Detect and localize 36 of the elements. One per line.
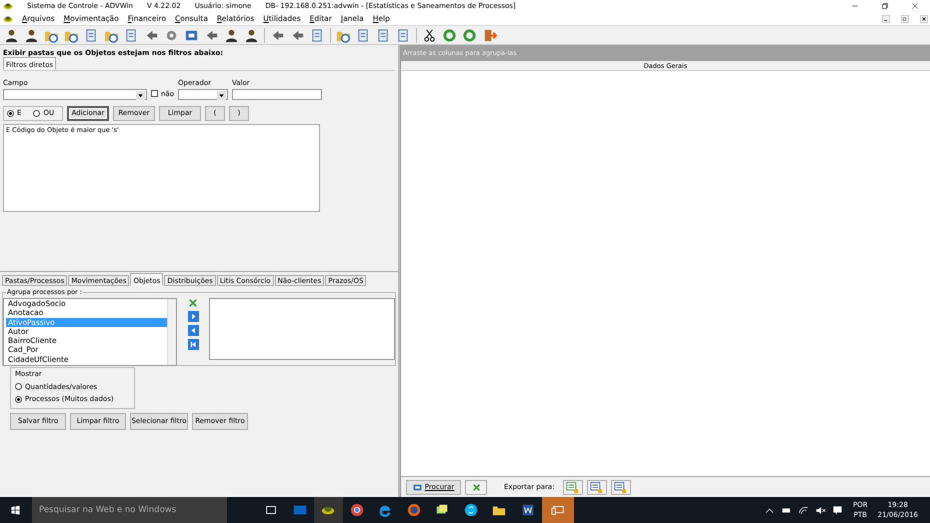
restore-icon[interactable] [901, 14, 909, 22]
dropdown-icon[interactable] [136, 91, 145, 100]
browser-icon[interactable] [350, 503, 364, 517]
move-first-icon[interactable] [188, 339, 199, 350]
devices-icon[interactable] [551, 503, 565, 517]
value-field[interactable] [232, 89, 322, 100]
close-icon[interactable] [911, 2, 919, 10]
scissors-icon[interactable] [422, 28, 437, 42]
expand-icon[interactable] [188, 298, 198, 308]
document-export-icon[interactable] [590, 480, 604, 494]
radio-icon[interactable] [15, 383, 22, 390]
scrollbar[interactable] [167, 299, 176, 365]
checkbox[interactable] [151, 90, 158, 98]
search-field[interactable]: Pesquisar na Web e no Windows [32, 497, 227, 523]
minimize-icon[interactable] [882, 14, 890, 22]
field-dropdown[interactable] [3, 89, 147, 100]
chat-icon[interactable] [464, 503, 478, 517]
restore-icon[interactable] [881, 2, 889, 10]
windows-icon[interactable] [10, 504, 21, 516]
spreadsheet-export-icon[interactable] [566, 480, 580, 494]
wifi-icon[interactable] [798, 504, 810, 516]
move-right-icon[interactable] [188, 311, 199, 322]
document-icon[interactable] [520, 503, 535, 517]
mute-icon[interactable] [815, 504, 826, 516]
notification-icon[interactable] [832, 504, 844, 516]
refresh-icon[interactable] [442, 28, 457, 42]
radio-icon[interactable] [15, 396, 22, 403]
refresh-icon[interactable] [462, 28, 477, 42]
expand-icon[interactable] [472, 482, 480, 492]
person-icon[interactable] [24, 28, 39, 42]
task-view-icon[interactable] [264, 503, 278, 517]
move-left-icon[interactable] [188, 325, 199, 336]
dropdown-icon[interactable] [217, 91, 226, 100]
person-icon[interactable] [224, 28, 239, 42]
document-export-icon[interactable] [614, 480, 628, 494]
exit-icon[interactable] [482, 28, 497, 42]
